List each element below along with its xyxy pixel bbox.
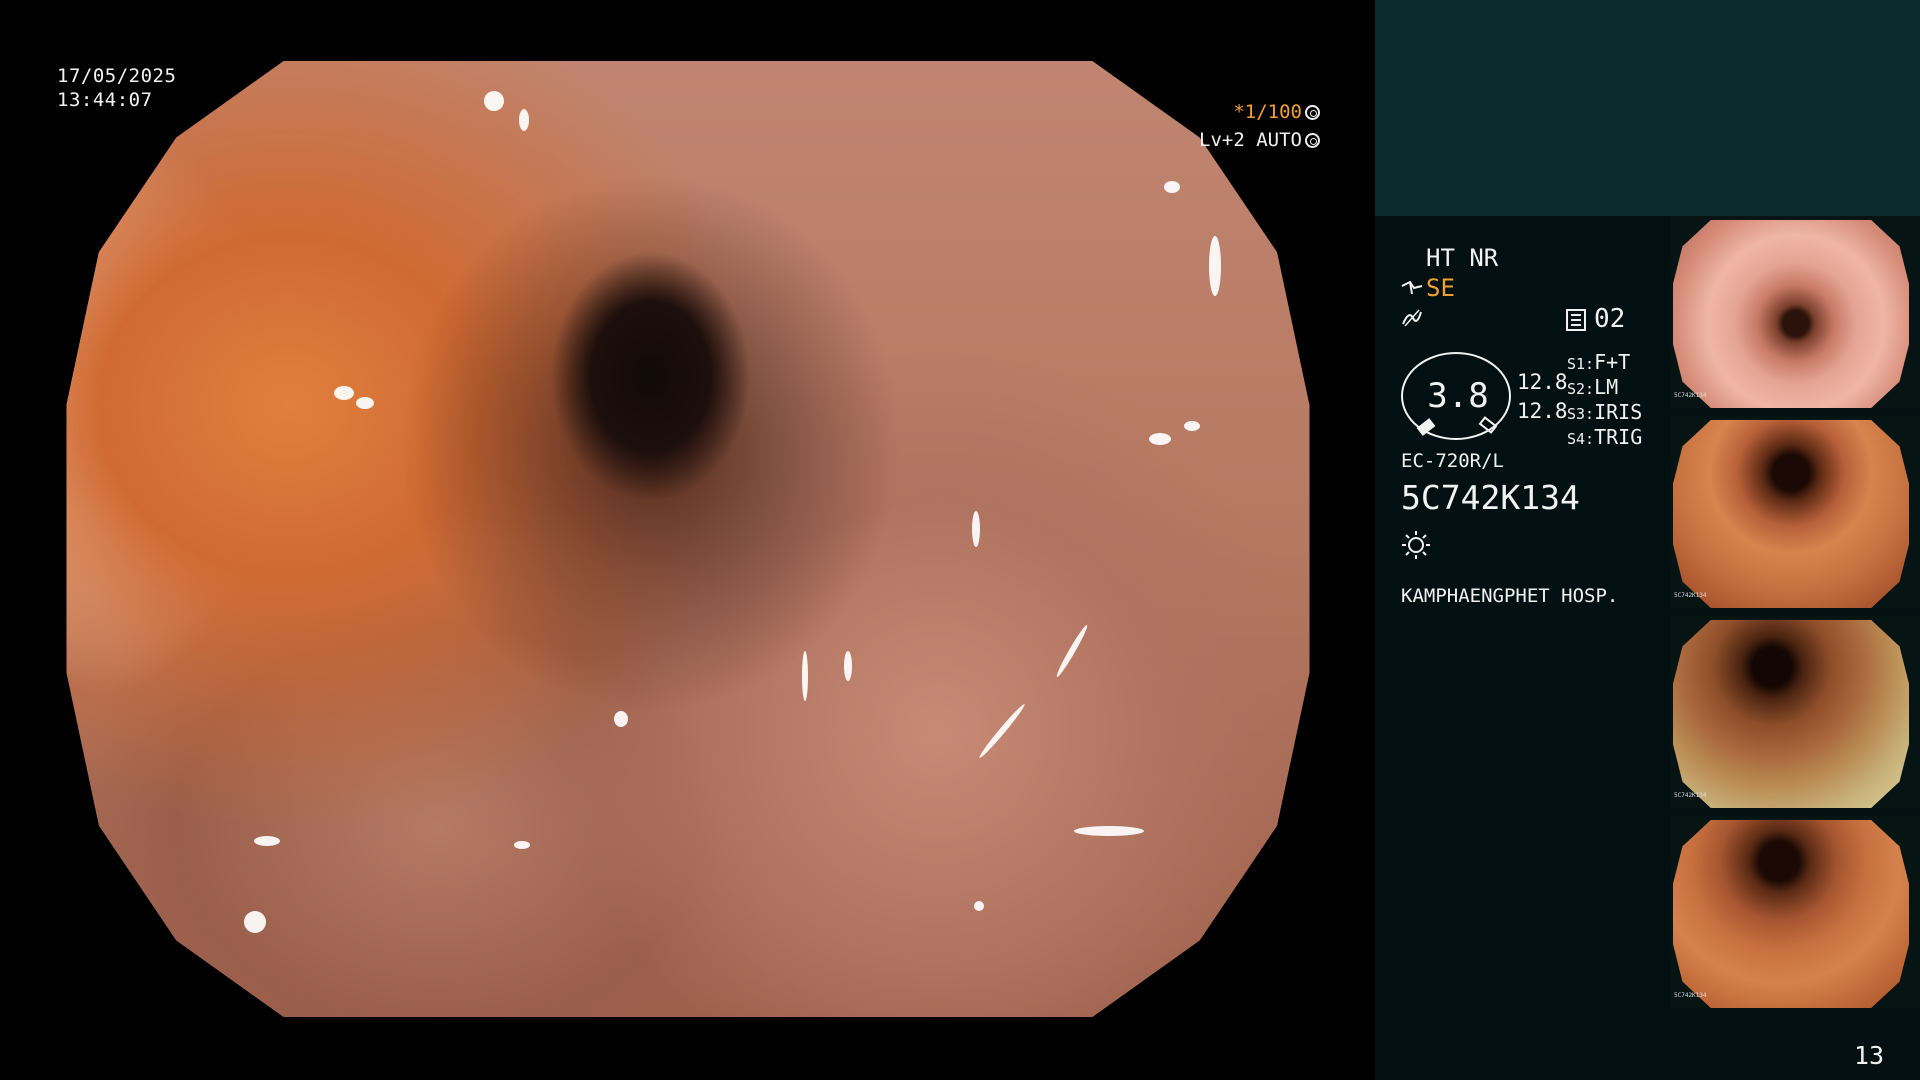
reflection	[484, 91, 504, 111]
scope-model: EC-720R/L	[1401, 450, 1504, 472]
thumbnail-label: 5C742K134	[1674, 592, 1707, 599]
reflection	[1209, 236, 1221, 296]
hospital-name: KAMPHAENGPHET HOSP.	[1401, 585, 1619, 607]
panel-header-area	[1375, 0, 1920, 216]
reflection	[972, 511, 980, 547]
thumbnail-image	[1673, 620, 1909, 808]
reflection	[1164, 181, 1180, 193]
endoscope-live-image	[66, 61, 1310, 1017]
reflection	[974, 901, 984, 911]
reflection	[844, 651, 852, 681]
reflection	[1184, 421, 1200, 431]
s2-key: S2:	[1567, 380, 1595, 398]
iris-mode-text: Lv+2 AUTO	[1199, 129, 1302, 151]
s4-value: TRIG	[1594, 425, 1643, 449]
auto-iris-icon	[1305, 133, 1320, 148]
reflection	[1074, 826, 1144, 836]
shutter-speed-text: *1/100	[1233, 101, 1302, 123]
exposure-status: *1/100 Lv+2 AUTO	[1195, 98, 1320, 154]
s3-key: S3:	[1567, 405, 1595, 423]
reflection	[977, 702, 1027, 760]
reflection	[1149, 433, 1171, 445]
thumbnail-label: 5C742K134	[1674, 792, 1707, 799]
s3-value: IRIS	[1594, 400, 1643, 424]
brightness-gauge: 3.8	[1401, 352, 1511, 440]
lamp-icon	[1402, 531, 1430, 559]
shutter-icon	[1305, 105, 1320, 120]
reflection	[514, 841, 530, 849]
nr-icon	[1402, 309, 1422, 327]
ht-nr-label: HT NR	[1426, 244, 1499, 272]
gauge-value: 3.8	[1427, 376, 1489, 416]
memo-icon	[1566, 309, 1586, 331]
switch-s2: S2:LM	[1567, 375, 1618, 399]
thumbnail-label: 5C742K134	[1674, 392, 1707, 399]
endoscope-view-area: 17/05/2025 13:44:07 *1/100 Lv+2 AUTO	[0, 0, 1375, 1080]
s2-value: LM	[1594, 375, 1619, 399]
reflection	[254, 836, 280, 846]
captured-image-strip: 5C742K134 5C742K134 5C742K134 5C742K134	[1671, 216, 1920, 1016]
thumbnail-1[interactable]: 5C742K134	[1671, 216, 1920, 408]
value-1: 12.8	[1517, 370, 1568, 394]
reflection	[802, 651, 808, 701]
page-number: 13	[1854, 1041, 1885, 1070]
se-label: SE	[1426, 274, 1455, 302]
thumbnail-2[interactable]: 5C742K134	[1671, 416, 1920, 608]
thumbnail-image	[1673, 220, 1909, 408]
memo-number: 02	[1594, 304, 1626, 334]
time-text: 13:44:07	[57, 89, 153, 111]
reflection	[614, 711, 628, 727]
date-text: 17/05/2025	[57, 65, 177, 87]
date-time-display: 17/05/2025 13:44:07	[57, 64, 176, 112]
reflection	[356, 397, 374, 409]
thumbnail-4[interactable]: 5C742K134	[1671, 816, 1920, 1008]
s1-key: S1:	[1567, 355, 1595, 373]
switch-s1: S1:F+T	[1567, 350, 1630, 374]
thumbnail-label: 5C742K134	[1674, 992, 1707, 999]
reflection	[334, 386, 354, 400]
s4-key: S4:	[1567, 430, 1595, 448]
reflection	[1054, 623, 1090, 679]
thumbnail-image	[1673, 820, 1909, 1008]
reflection	[244, 911, 266, 933]
se-icon	[1401, 280, 1423, 295]
s1-value: F+T	[1594, 350, 1631, 374]
thumbnail-3[interactable]: 5C742K134	[1671, 616, 1920, 808]
thumbnail-image	[1673, 420, 1909, 608]
switch-s3: S3:IRIS	[1567, 400, 1642, 424]
switch-s4: S4:TRIG	[1567, 425, 1642, 449]
reflection	[519, 109, 529, 131]
value-2: 12.8	[1517, 399, 1568, 423]
scope-serial: 5C742K134	[1401, 478, 1580, 517]
